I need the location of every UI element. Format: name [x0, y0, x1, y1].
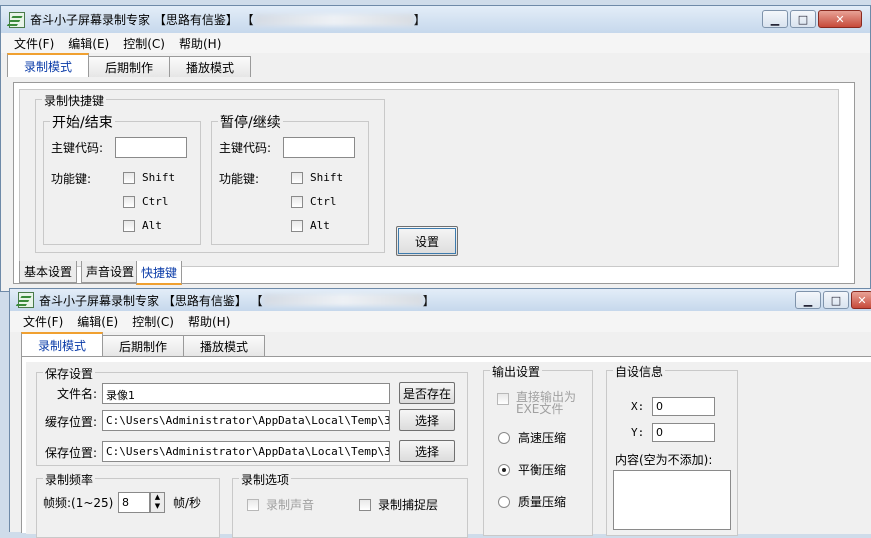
main-key-label: 主键代码: — [51, 141, 104, 155]
record-sound-checkbox[interactable]: 录制声音 — [247, 496, 314, 513]
save-settings-group: 保存设置 文件名: 录像1 是否存在 缓存位置: C:\Users\Admini… — [36, 365, 468, 466]
redacted-title — [262, 294, 423, 306]
save-location-label: 保存位置: — [45, 446, 98, 460]
window-hotkey: 奋斗小子屏幕录制专家 【思路有信鉴】 【 】 ▁ □ ✕ 文件(F) 编辑(E)… — [0, 5, 871, 292]
app-icon — [9, 11, 25, 28]
bottom-tab-basic[interactable]: 基本设置 — [19, 261, 78, 283]
set-button[interactable]: 设置 — [396, 226, 458, 256]
close-button[interactable]: ✕ — [851, 291, 871, 309]
window-title-end: 】 — [413, 13, 426, 27]
bottom-tab-hotkey[interactable]: 快捷键 — [136, 261, 183, 285]
filename-label: 文件名: — [57, 387, 98, 401]
pause-shift-checkbox[interactable]: Shift — [291, 171, 343, 184]
menu-edit[interactable]: 编辑(E) — [61, 35, 116, 52]
cache-location-label: 缓存位置: — [45, 415, 98, 429]
pause-resume-group: 暂停/继续 主键代码: 功能键: Shift Ctrl Alt — [211, 112, 369, 245]
menu-control[interactable]: 控制(C) — [116, 35, 172, 52]
content-label: 内容(空为不添加): — [615, 453, 713, 467]
fps-label: 帧频:(1~25) — [43, 496, 114, 510]
hotkey-page: 录制快捷键 开始/结束 主键代码: 功能键: Shift Ctrl Alt 暂停… — [19, 89, 839, 267]
start-alt-checkbox[interactable]: Alt — [123, 219, 162, 232]
menu-help[interactable]: 帮助(H) — [172, 35, 228, 52]
basic-page: 保存设置 文件名: 录像1 是否存在 缓存位置: C:\Users\Admini… — [26, 362, 871, 538]
pause-alt-checkbox[interactable]: Alt — [291, 219, 330, 232]
record-panel: 录制快捷键 开始/结束 主键代码: 功能键: Shift Ctrl Alt 暂停… — [13, 82, 855, 285]
menu-help[interactable]: 帮助(H) — [181, 313, 237, 330]
fps-spinner[interactable]: ▲ ▼ — [150, 492, 165, 513]
fps-group: 录制频率 帧频:(1~25) 8 ▲ ▼ 帧/秒 — [36, 471, 220, 538]
tab-record-mode[interactable]: 录制模式 — [21, 332, 104, 356]
radio-quality[interactable]: 质量压缩 — [498, 493, 566, 510]
mode-tabs: 录制模式 后期制作 播放模式 — [10, 332, 871, 356]
start-shift-checkbox[interactable]: Shift — [123, 171, 175, 184]
menu-edit[interactable]: 编辑(E) — [70, 313, 125, 330]
pause-main-key-input[interactable] — [283, 137, 355, 158]
window-save-settings: 奋斗小子屏幕录制专家 【思路有信鉴】 【 】 ▁ □ ✕ 文件(F) 编辑(E)… — [9, 288, 871, 538]
menu-file[interactable]: 文件(F) — [7, 35, 61, 52]
choose-save-button[interactable]: 选择 — [399, 440, 455, 462]
start-stop-title: 开始/结束 — [50, 112, 115, 132]
menu-file[interactable]: 文件(F) — [16, 313, 70, 330]
hotkey-group-title: 录制快捷键 — [42, 92, 107, 109]
content-textarea[interactable] — [613, 470, 731, 530]
tab-post-production[interactable]: 后期制作 — [88, 56, 171, 77]
fps-group-title: 录制频率 — [43, 471, 96, 488]
tab-playback-mode[interactable]: 播放模式 — [183, 335, 266, 356]
window-title: 奋斗小子屏幕录制专家 【思路有信鉴】 【 — [30, 13, 254, 27]
minimize-button[interactable]: ▁ — [795, 291, 821, 309]
bottom-tab-sound[interactable]: 声音设置 — [81, 261, 140, 283]
menu-control[interactable]: 控制(C) — [125, 313, 181, 330]
x-label: X: — [631, 400, 645, 413]
pause-resume-title: 暂停/继续 — [218, 112, 283, 132]
y-input[interactable]: 0 — [652, 423, 715, 442]
func-key-label: 功能键: — [51, 172, 92, 186]
radio-balanced[interactable]: 平衡压缩 — [498, 461, 566, 478]
mode-tabs: 录制模式 后期制作 播放模式 — [1, 53, 870, 77]
record-options-title: 录制选项 — [239, 471, 292, 488]
menu-bar: 文件(F) 编辑(E) 控制(C) 帮助(H) — [1, 33, 870, 53]
app-icon — [18, 292, 34, 308]
start-ctrl-checkbox[interactable]: Ctrl — [123, 195, 169, 208]
output-settings-group: 输出设置 直接输出为EXE文件 高速压缩 平衡压缩 质量压缩 — [483, 363, 593, 536]
record-options-group: 录制选项 录制声音 录制捕捉层 — [232, 471, 468, 538]
title-bar[interactable]: 奋斗小子屏幕录制专家 【思路有信鉴】 【 】 ▁ □ ✕ — [10, 289, 871, 311]
tab-playback-mode[interactable]: 播放模式 — [169, 56, 252, 77]
func-key-label: 功能键: — [219, 172, 260, 186]
radio-high-speed[interactable]: 高速压缩 — [498, 429, 566, 446]
window-title: 奋斗小子屏幕录制专家 【思路有信鉴】 【 — [39, 293, 263, 308]
maximize-button[interactable]: □ — [823, 291, 849, 309]
hotkey-group: 录制快捷键 开始/结束 主键代码: 功能键: Shift Ctrl Alt 暂停… — [35, 92, 385, 253]
maximize-button[interactable]: □ — [790, 10, 816, 28]
save-path-input[interactable]: C:\Users\Administrator\AppData\Local\Tem… — [102, 441, 390, 462]
fps-unit: 帧/秒 — [173, 496, 202, 510]
close-button[interactable]: ✕ — [818, 10, 862, 28]
minimize-button[interactable]: ▁ — [762, 10, 788, 28]
start-main-key-input[interactable] — [115, 137, 187, 158]
tab-record-mode[interactable]: 录制模式 — [7, 53, 90, 77]
custom-info-title: 自设信息 — [613, 363, 666, 380]
menu-bar: 文件(F) 编辑(E) 控制(C) 帮助(H) — [10, 311, 871, 332]
output-settings-title: 输出设置 — [490, 363, 543, 380]
main-key-label: 主键代码: — [219, 141, 272, 155]
record-capture-layer-checkbox[interactable]: 录制捕捉层 — [359, 496, 438, 513]
filename-input[interactable]: 录像1 — [102, 383, 390, 404]
save-settings-title: 保存设置 — [43, 365, 96, 382]
tab-post-production[interactable]: 后期制作 — [102, 335, 185, 356]
redacted-title — [253, 13, 414, 26]
title-bar[interactable]: 奋斗小子屏幕录制专家 【思路有信鉴】 【 】 ▁ □ ✕ — [1, 6, 870, 33]
y-label: Y: — [631, 426, 645, 439]
cache-path-input[interactable]: C:\Users\Administrator\AppData\Local\Tem… — [102, 410, 390, 431]
choose-cache-button[interactable]: 选择 — [399, 409, 455, 431]
start-stop-group: 开始/结束 主键代码: 功能键: Shift Ctrl Alt — [43, 112, 201, 245]
fps-input[interactable]: 8 — [118, 492, 150, 513]
pause-ctrl-checkbox[interactable]: Ctrl — [291, 195, 337, 208]
window-title-end: 】 — [422, 293, 435, 308]
x-input[interactable]: 0 — [652, 397, 715, 416]
exists-button[interactable]: 是否存在 — [399, 382, 455, 404]
record-panel: 保存设置 文件名: 录像1 是否存在 缓存位置: C:\Users\Admini… — [21, 356, 871, 538]
direct-exe-checkbox[interactable]: 直接输出为EXE文件 — [497, 391, 591, 415]
custom-info-group: 自设信息 X: 0 Y: 0 内容(空为不添加): — [606, 363, 738, 536]
